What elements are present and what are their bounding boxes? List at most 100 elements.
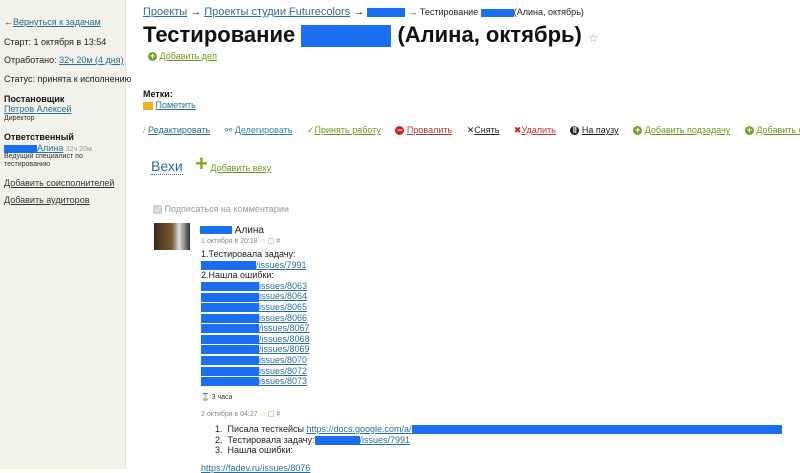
comment2-body: 1. Писала тесткейсы https://docs.google.… <box>215 424 782 456</box>
title-suffix: (Алина, октябрь) <box>397 22 582 47</box>
hash-icon[interactable]: # <box>276 238 280 245</box>
start-time: Старт: 1 октября в 13:54 <box>4 37 107 47</box>
issue-link[interactable]: /issues/7991 <box>256 260 307 270</box>
add-milestone-link[interactable]: Добавить веху <box>210 163 271 173</box>
pause-icon: ‖ <box>570 126 580 136</box>
add-subtask-button[interactable]: Добавить подзадачу <box>645 125 731 135</box>
avatar <box>154 223 190 250</box>
tags-label: Метки: <box>143 89 173 99</box>
delegate-button[interactable]: Делегировать <box>235 125 293 135</box>
comment-icon[interactable]: ▢ <box>268 238 275 245</box>
redacted <box>201 324 259 334</box>
responsible-time: 32ч 20м <box>65 146 92 153</box>
add-case-link[interactable]: Добавить дел <box>160 51 218 61</box>
fail-button[interactable]: Провалить <box>407 125 452 135</box>
redacted <box>201 303 259 313</box>
issue-row: issues/8070 <box>201 355 310 366</box>
redacted <box>411 425 782 435</box>
delete-button[interactable]: Удалить <box>521 125 555 135</box>
worked-label: Отработано: <box>4 55 57 65</box>
add-coexecutors-link[interactable]: Добавить соисполнителей <box>4 178 114 188</box>
main: Проекты → Проекты студии Futurecolors → … <box>143 0 800 473</box>
author-heading: Постановщик <box>4 94 65 104</box>
redacted <box>201 292 259 302</box>
issue-link[interactable]: issues/8070 <box>259 355 307 365</box>
sidebar: ←Вернуться к задачам Старт: 1 октября в … <box>0 0 131 469</box>
issue-link[interactable]: /issues/8068 <box>259 334 310 344</box>
redacted <box>301 25 392 48</box>
accept-button[interactable]: Принять работу <box>315 125 381 135</box>
breadcrumb-projects[interactable]: Проекты <box>143 6 187 18</box>
worked-value-link[interactable]: 32ч 20м (4 дня) <box>59 55 124 65</box>
pause-button[interactable]: На паузу <box>582 125 619 135</box>
list-item: Писала тесткейсы <box>227 424 304 434</box>
responsible-heading: Ответственный <box>4 132 74 142</box>
remove-button[interactable]: Снять <box>474 125 499 135</box>
breadcrumb-studio[interactable]: Проекты студии Futurecolors <box>204 6 350 18</box>
issue-link[interactable]: issues/8063 <box>259 281 307 291</box>
redacted <box>200 226 232 235</box>
responsible-role-2: тестированию <box>4 161 50 168</box>
redacted <box>314 435 360 445</box>
issue-row: issues/8065 <box>201 302 310 313</box>
comment-line: 2.Нашла ошибки: <box>201 270 274 281</box>
docs-link[interactable]: https://docs.google.com/a/ <box>306 424 411 434</box>
issue-link[interactable]: issues/8073 <box>259 376 307 386</box>
author-name-link[interactable]: Петров Алексей <box>4 104 71 114</box>
status: Статус: принята к исполнению <box>4 74 132 84</box>
breadcrumb-current-suffix: (Алина, октябрь) <box>513 7 584 17</box>
redacted <box>201 345 259 355</box>
issue-row: issues/8073 <box>201 376 310 387</box>
redacted <box>201 281 259 291</box>
issue-row: /issues/8067 <box>201 323 310 334</box>
back-to-tasks-link[interactable]: Вернуться к задачам <box>13 17 101 27</box>
redacted <box>201 260 256 270</box>
redacted <box>4 144 37 153</box>
issue-row: issues/8072 <box>201 366 310 377</box>
comment-date: 2 октября в 04:27 <box>201 411 258 418</box>
comment-line: 1.Тестировала задачу: <box>201 249 296 259</box>
star-icon[interactable]: ☆ <box>588 31 599 45</box>
arrow-left-icon: ← <box>4 17 13 27</box>
plus-icon: + <box>195 151 208 176</box>
mark-link[interactable]: Пометить <box>156 100 196 110</box>
issue-link[interactable]: /issues/8069 <box>259 344 310 354</box>
issue-link[interactable]: issues/8065 <box>259 302 307 312</box>
check-icon: ✓ <box>306 125 315 135</box>
responsible-name-link[interactable]: Алина <box>37 143 63 153</box>
issue-link[interactable]: https://fadev.ru/issues/8076 <box>201 463 310 473</box>
issue-link[interactable]: issues/8064 <box>259 291 307 301</box>
milestones-title[interactable]: Вехи <box>151 158 183 175</box>
issue-row: issues/8066 <box>201 313 310 324</box>
add-operation-button[interactable]: Добавить операцию <box>756 125 800 135</box>
issue-link[interactable]: /issues/7991 <box>360 435 411 445</box>
edit-button[interactable]: Редактировать <box>148 125 210 135</box>
redacted <box>201 334 259 344</box>
add-auditors-link[interactable]: Добавить аудиторов <box>4 195 89 205</box>
issue-link[interactable]: issues/8066 <box>259 313 307 323</box>
issue-link[interactable]: issues/8072 <box>259 366 307 376</box>
comment-icon[interactable]: ▢ <box>268 411 275 418</box>
subscribe-checkbox[interactable] <box>153 205 162 215</box>
responsible-role: Ведущий специалист по <box>4 153 83 160</box>
star-icon[interactable]: ☆ <box>260 238 266 245</box>
tag-icon <box>143 101 153 110</box>
redacted <box>201 377 259 387</box>
page-title: Тестирование (Алина, октябрь) ☆ <box>143 22 599 48</box>
breadcrumb: Проекты → Проекты студии Futurecolors → … <box>143 6 584 18</box>
delegate-icon: ⚯ <box>224 125 233 135</box>
issue-row: /issues/8069 <box>201 344 310 355</box>
redacted <box>201 366 259 376</box>
author-role: Директор <box>4 115 35 122</box>
title-text: Тестирование <box>143 22 296 47</box>
issue-link[interactable]: /issues/8067 <box>259 323 310 333</box>
hourglass-icon: ⌛ <box>201 394 210 401</box>
issue-row: issues/8063 <box>201 281 310 292</box>
comment-date: 1 октября в 20:18 <box>201 238 258 245</box>
issue-row: /issues/8068 <box>201 334 310 345</box>
hash-icon[interactable]: # <box>276 411 280 418</box>
subscribe-label: Подписаться на комментарии <box>164 204 289 214</box>
comment-body: 1.Тестировала задачу: /issues/7991 2.Наш… <box>201 249 310 387</box>
star-icon[interactable]: ☆ <box>260 411 266 418</box>
redacted <box>201 356 259 366</box>
